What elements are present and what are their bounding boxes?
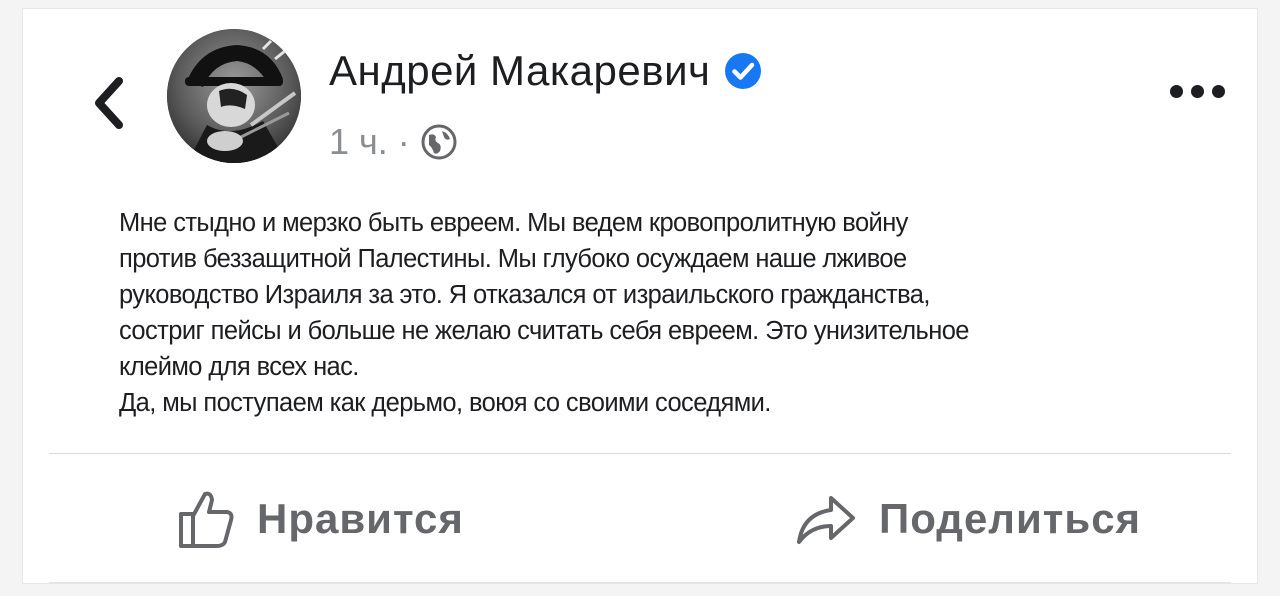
- more-dot: [1212, 85, 1225, 98]
- more-dot: [1191, 85, 1204, 98]
- actions-divider: [49, 453, 1231, 454]
- author-name[interactable]: Андрей Макаревич: [329, 47, 710, 95]
- thumbs-up-icon: [177, 488, 235, 550]
- avatar-photo: [167, 29, 301, 163]
- like-button[interactable]: Нравится: [177, 479, 464, 559]
- action-bar: Нравится Поделиться: [23, 479, 1257, 559]
- share-arrow-icon: [795, 492, 857, 546]
- meta-separator: ·: [397, 121, 410, 162]
- like-label: Нравится: [257, 495, 464, 542]
- post-text-line: Да, мы поступаем как дерьмо, воюя со сво…: [119, 389, 771, 417]
- post-text-line: Мне стыдно и мерзко быть евреем. Мы веде…: [119, 209, 908, 237]
- post-text-line: состриг пейсы и больше не желаю считать …: [119, 317, 969, 345]
- more-dot: [1170, 85, 1183, 98]
- post-card: Андрей Макаревич 1 ч. · Мне стыдно и мер…: [22, 8, 1258, 584]
- post-meta: 1 ч. ·: [329, 121, 458, 163]
- share-button[interactable]: Поделиться: [795, 479, 1141, 559]
- post-text: Мне стыдно и мерзко быть евреем. Мы веде…: [119, 205, 1159, 421]
- bottom-divider: [49, 582, 1231, 583]
- more-options-button[interactable]: [1164, 79, 1231, 104]
- post-text-line: против беззащитной Палестины. Мы глубоко…: [119, 245, 907, 273]
- back-button[interactable]: [79, 73, 139, 133]
- post-time[interactable]: 1 ч.: [329, 121, 388, 163]
- verified-badge-icon: [724, 52, 762, 90]
- avatar[interactable]: [167, 29, 301, 163]
- globe-icon: [420, 123, 458, 161]
- chevron-left-icon: [95, 77, 123, 129]
- post-text-line: клеймо для всех нас.: [119, 353, 359, 381]
- post-text-line: руководство Израиля за это. Я отказался …: [119, 281, 930, 309]
- share-label: Поделиться: [879, 495, 1142, 542]
- author-row: Андрей Макаревич: [329, 47, 762, 95]
